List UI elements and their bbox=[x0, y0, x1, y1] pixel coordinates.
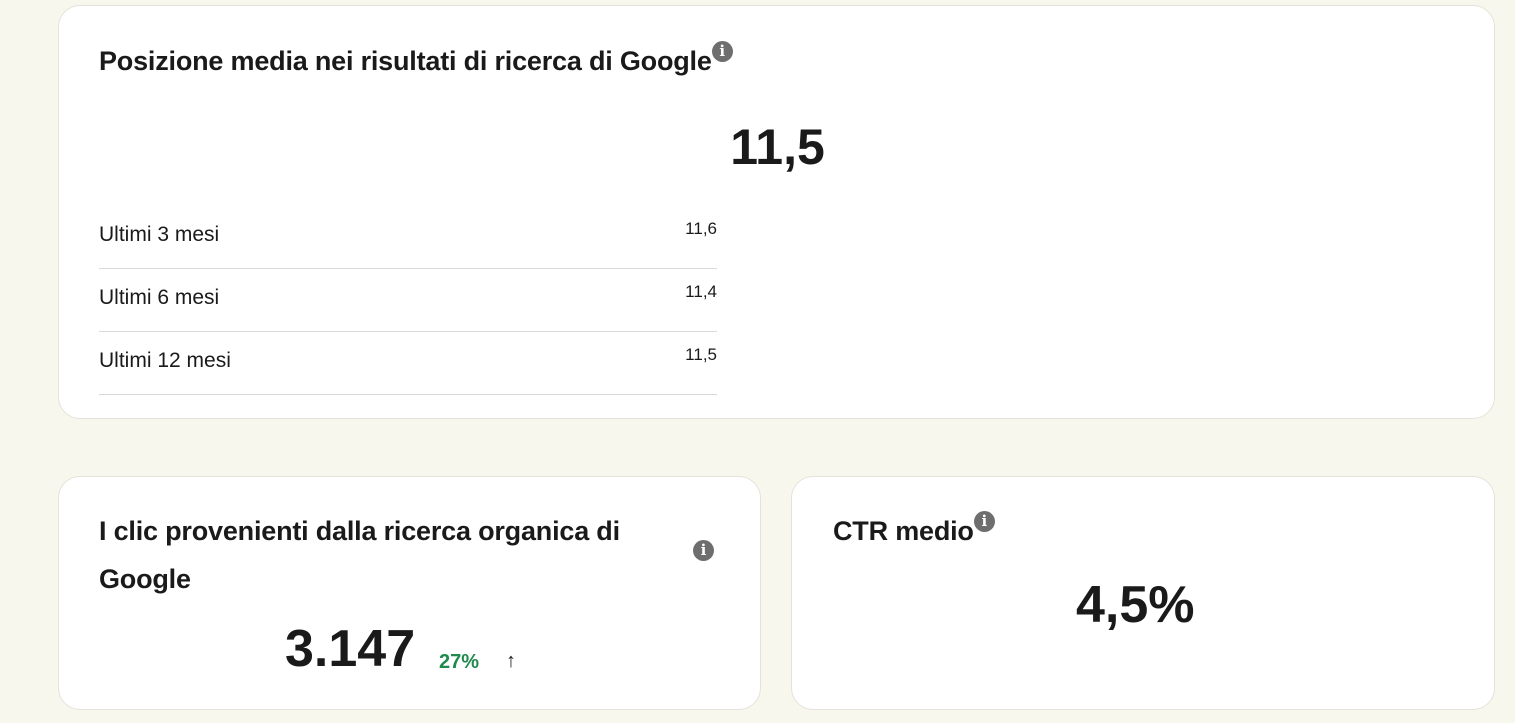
period-value: 11,4 bbox=[685, 282, 717, 301]
organic-clicks-value: 3.147 bbox=[285, 620, 416, 678]
period-label: Ultimi 6 mesi bbox=[99, 286, 220, 309]
arrow-up-icon: ↑ bbox=[506, 650, 516, 672]
period-value: 11,5 bbox=[685, 345, 717, 364]
organic-clicks-title: I clic provenienti dalla ricerca organic… bbox=[99, 516, 620, 594]
clicks-change-percent: 27% bbox=[439, 651, 480, 673]
average-ctr-title-text: CTR medio bbox=[833, 516, 974, 546]
info-icon[interactable]: i bbox=[693, 540, 714, 561]
organic-clicks-card: I clic provenienti dalla ricerca organic… bbox=[58, 476, 761, 710]
period-label: Ultimi 12 mesi bbox=[99, 349, 231, 372]
period-row-6-months: Ultimi 6 mesi 11,4 bbox=[99, 269, 717, 332]
average-position-title: Posizione media nei risultati di ricerca… bbox=[99, 38, 733, 85]
period-row-12-months: Ultimi 12 mesi 11,5 bbox=[99, 332, 717, 395]
average-ctr-title: CTR medio i bbox=[833, 508, 995, 555]
info-icon[interactable]: i bbox=[973, 511, 995, 532]
period-list: Ultimi 3 mesi 11,6 Ultimi 6 mesi 11,4 Ul… bbox=[99, 206, 717, 395]
average-ctr-card: CTR medio i 4,5% bbox=[791, 476, 1495, 710]
period-label: Ultimi 3 mesi bbox=[99, 223, 220, 246]
average-position-value: 11,5 bbox=[730, 119, 825, 175]
period-value: 11,6 bbox=[685, 219, 717, 238]
average-position-title-text: Posizione media nei risultati di ricerca… bbox=[99, 46, 712, 76]
average-position-card: Posizione media nei risultati di ricerca… bbox=[58, 5, 1495, 419]
average-ctr-value: 4,5% bbox=[1076, 576, 1195, 634]
info-icon[interactable]: i bbox=[711, 41, 733, 62]
period-row-3-months: Ultimi 3 mesi 11,6 bbox=[99, 206, 717, 269]
